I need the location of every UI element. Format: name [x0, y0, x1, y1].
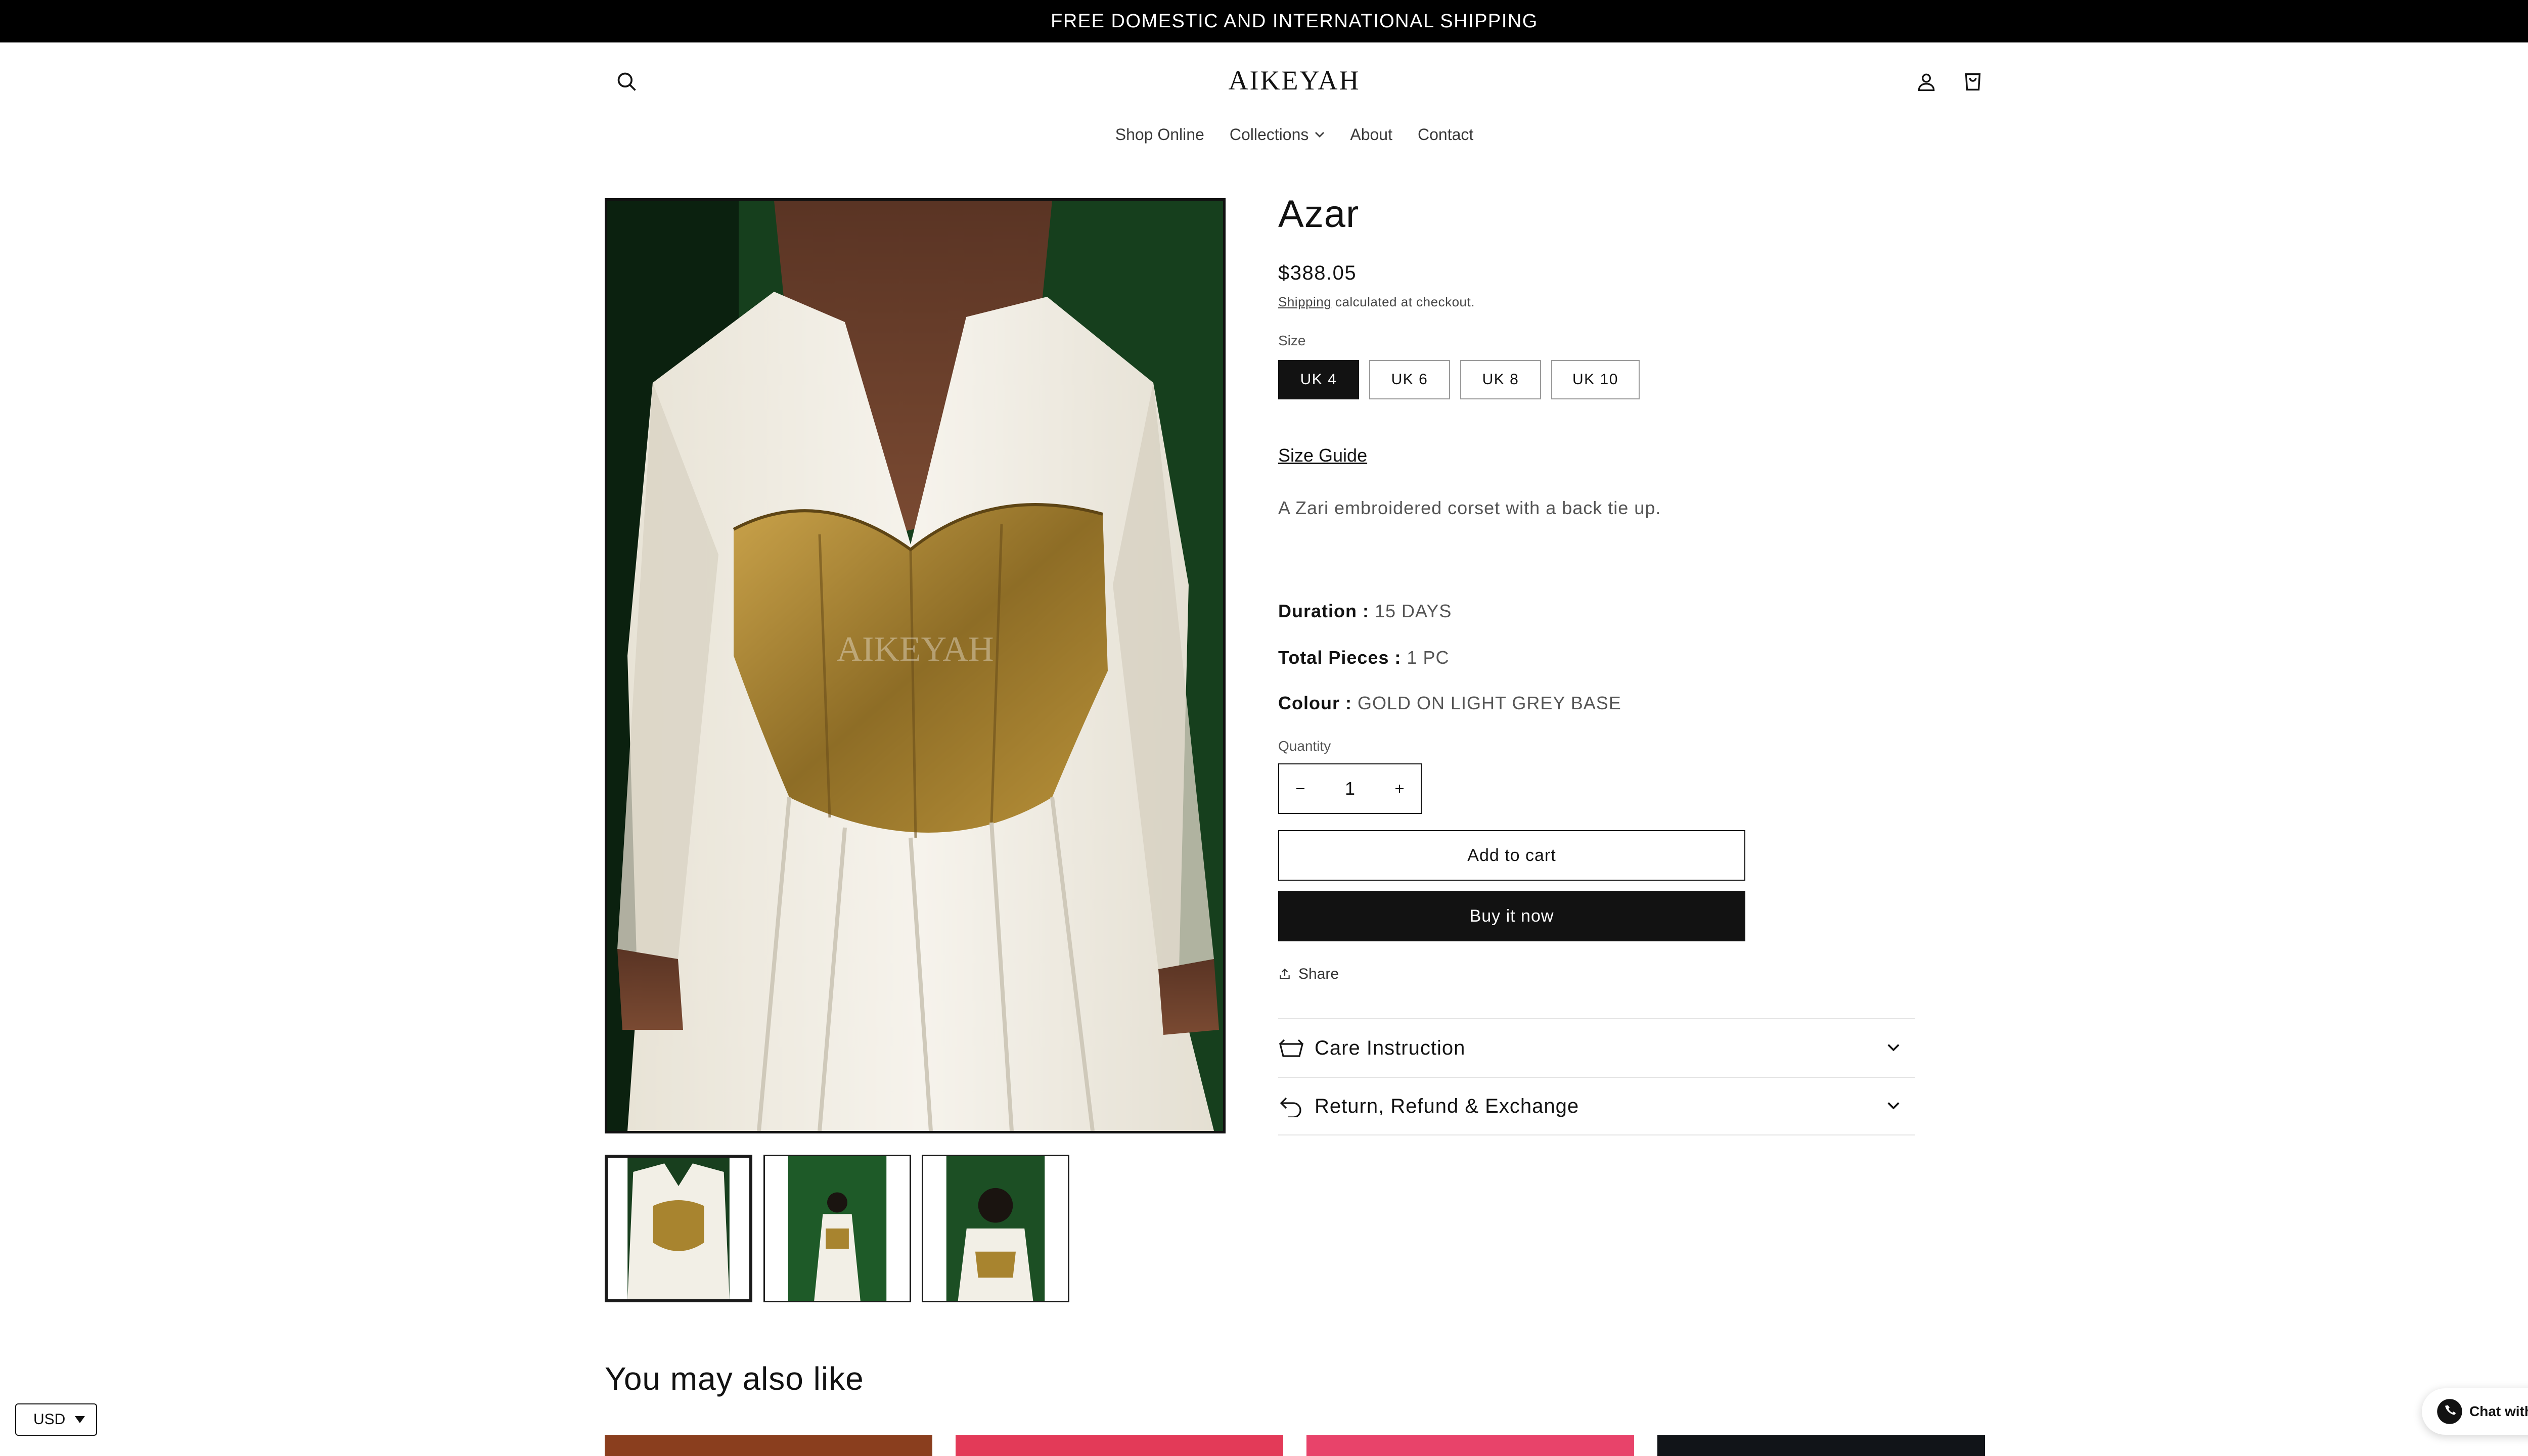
currency-value: USD — [33, 1411, 66, 1428]
nav-item-shop-online[interactable]: Shop Online — [1115, 125, 1204, 144]
size-guide-link[interactable]: Size Guide — [1278, 445, 1367, 466]
caret-down-icon — [75, 1416, 85, 1423]
return-arrow-icon — [1280, 1097, 1301, 1117]
chat-widget-button[interactable]: Chat with us — [2422, 1388, 2528, 1435]
spec-duration-value: 15 DAYS — [1375, 601, 1452, 621]
share-label: Share — [1298, 966, 1339, 982]
size-option-uk4[interactable]: UK 4 — [1278, 360, 1359, 399]
store-logo[interactable]: AIKEYAH — [1092, 65, 1497, 100]
chat-label: Chat with us — [2469, 1403, 2528, 1419]
nav-item-contact[interactable]: Contact — [1418, 125, 1473, 144]
accordion-care-instruction[interactable]: Care Instruction — [1278, 1018, 1915, 1077]
recommendations-heading: You may also like — [605, 1360, 864, 1397]
thumbnail-image — [765, 1156, 910, 1301]
quantity-decrease-button[interactable] — [1294, 778, 1306, 799]
recommendation-card[interactable] — [1657, 1435, 1985, 1456]
cart-icon[interactable] — [1958, 67, 1988, 97]
search-icon[interactable] — [612, 67, 642, 97]
size-label: Size — [1278, 333, 1306, 348]
accordion-return-label: Return, Refund & Exchange — [1315, 1095, 1579, 1117]
spec-colour-value: GOLD ON LIGHT GREY BASE — [1358, 693, 1621, 713]
size-option-uk8[interactable]: UK 8 — [1460, 360, 1541, 399]
announcement-bar: FREE DOMESTIC AND INTERNATIONAL SHIPPING — [0, 0, 2528, 42]
spec-pieces-label: Total Pieces : — [1278, 647, 1402, 668]
product-photo-illustration: AIKEYAH — [607, 201, 1223, 1131]
share-button[interactable]: Share — [1278, 966, 1339, 983]
spec-colour: Colour : GOLD ON LIGHT GREY BASE — [1278, 693, 1621, 714]
chevron-down-icon — [1887, 1044, 1900, 1052]
thumbnail-1[interactable] — [605, 1155, 752, 1302]
quantity-label: Quantity — [1278, 738, 1331, 754]
shipping-note: Shipping calculated at checkout. — [1278, 294, 1475, 310]
recommendation-card[interactable] — [605, 1435, 932, 1456]
shipping-note-text: calculated at checkout. — [1335, 294, 1475, 309]
account-icon[interactable] — [1911, 67, 1942, 97]
spec-duration: Duration : 15 DAYS — [1278, 601, 1452, 622]
share-icon — [1280, 968, 1290, 979]
product-price: $388.05 — [1278, 262, 1357, 284]
thumbnail-2[interactable] — [763, 1155, 911, 1302]
add-to-cart-button[interactable]: Add to cart — [1278, 830, 1745, 881]
size-option-uk6[interactable]: UK 6 — [1369, 360, 1450, 399]
thumbnail-image — [608, 1158, 749, 1299]
product-description: A Zari embroidered corset with a back ti… — [1278, 497, 1661, 518]
image-watermark: AIKEYAH — [836, 630, 994, 669]
minus-icon — [1296, 788, 1304, 789]
chevron-down-icon — [1315, 131, 1325, 138]
basket-icon — [1279, 1039, 1304, 1057]
spec-duration-label: Duration : — [1278, 601, 1369, 621]
accordion-care-label: Care Instruction — [1315, 1036, 1466, 1059]
plus-icon — [1395, 785, 1404, 793]
spec-colour-label: Colour : — [1278, 693, 1352, 713]
whatsapp-icon — [2437, 1399, 2462, 1424]
shipping-link[interactable]: Shipping — [1278, 294, 1331, 309]
chevron-down-icon — [1887, 1102, 1900, 1110]
recommendation-card[interactable] — [956, 1435, 1283, 1456]
accordion-return-refund[interactable]: Return, Refund & Exchange — [1278, 1077, 1915, 1135]
announcement-text: FREE DOMESTIC AND INTERNATIONAL SHIPPING — [1051, 10, 1538, 32]
size-option-uk10[interactable]: UK 10 — [1551, 360, 1640, 399]
quantity-stepper: 1 — [1278, 763, 1422, 814]
currency-selector[interactable]: USD — [15, 1403, 97, 1436]
size-selector: UK 4 UK 6 UK 8 UK 10 — [1278, 360, 1640, 399]
quantity-input[interactable]: 1 — [1345, 778, 1355, 799]
spec-pieces-value: 1 PC — [1407, 647, 1450, 668]
recommendation-card[interactable] — [1306, 1435, 1634, 1456]
nav-item-about[interactable]: About — [1350, 125, 1392, 144]
main-nav: Shop Online Collections About Contact — [1092, 125, 1497, 144]
buy-now-button[interactable]: Buy it now — [1278, 891, 1745, 941]
product-title: Azar — [1278, 193, 1360, 236]
quantity-increase-button[interactable] — [1393, 778, 1406, 799]
spec-total-pieces: Total Pieces : 1 PC — [1278, 647, 1449, 668]
thumbnail-image — [923, 1156, 1068, 1301]
product-main-image[interactable]: AIKEYAH — [605, 198, 1226, 1133]
thumbnail-3[interactable] — [922, 1155, 1069, 1302]
product-info: Azar $388.05 Shipping calculated at chec… — [1278, 192, 1915, 1135]
nav-item-collections[interactable]: Collections — [1230, 125, 1325, 144]
